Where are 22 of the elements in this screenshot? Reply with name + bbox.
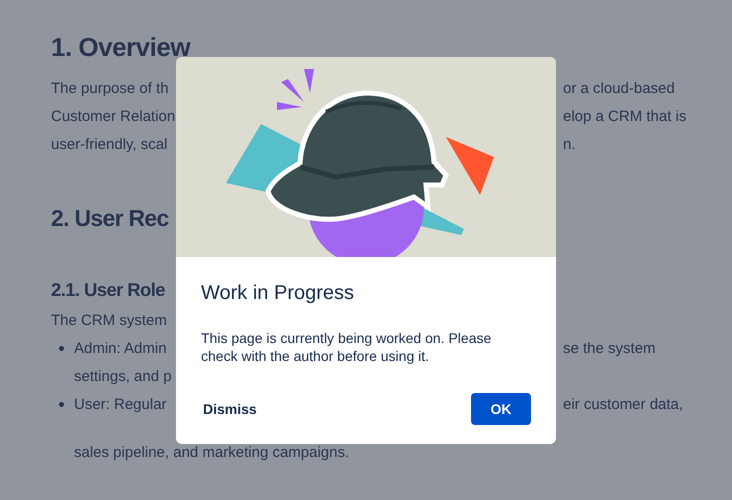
paragraph-text: Customer Relation xyxy=(51,108,176,124)
paragraph-text: elop a CRM that is xyxy=(563,108,686,124)
paragraph-text: The CRM system xyxy=(51,312,167,328)
bullet-icon xyxy=(59,346,64,350)
bullet-icon xyxy=(59,402,64,406)
list-item-text: Admin: Admin xyxy=(74,340,167,356)
paragraph-text: or a cloud-based xyxy=(563,80,675,96)
dialog-message: This page is currently being worked on. Please check with the author before using it. xyxy=(201,329,492,365)
list-item-text: se the system xyxy=(563,340,656,356)
subsection-heading: 2.1. User Role xyxy=(51,279,165,301)
dialog-title: Work in Progress xyxy=(201,282,356,305)
list-item-text: User: Regular xyxy=(74,396,167,412)
paragraph-text: n. xyxy=(563,136,576,152)
list-item-text: eir customer data, xyxy=(563,396,684,412)
list-item-text: sales pipeline, and marketing campaigns. xyxy=(74,444,350,460)
section-heading: 1. Overview xyxy=(51,32,190,62)
list-item-text: settings, and p xyxy=(74,368,172,384)
paragraph-text: user-friendly, scal xyxy=(51,136,168,152)
paragraph-text: The purpose of th xyxy=(51,80,169,96)
dismiss-button[interactable]: Dismiss xyxy=(201,393,259,425)
section-heading: 2. User Rec xyxy=(51,204,169,232)
ok-button[interactable]: OK xyxy=(471,393,531,425)
